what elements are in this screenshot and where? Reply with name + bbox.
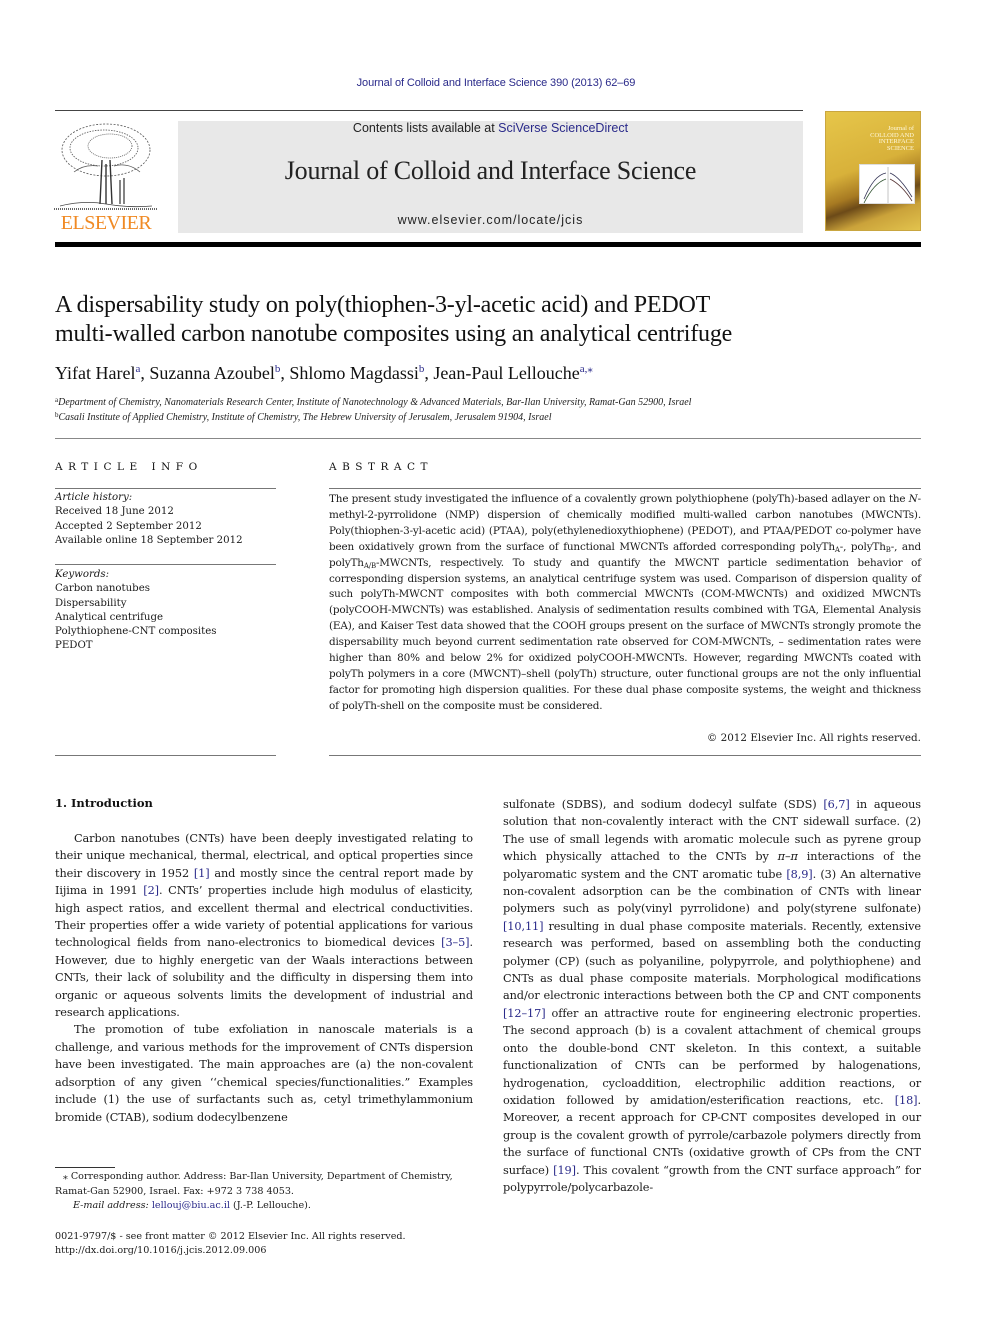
affiliation: aDepartment of Chemistry, Nanomaterials … — [55, 396, 935, 408]
paper-title-line: multi-walled carbon nanotube composites … — [55, 321, 733, 347]
paper-title-line: A dispersability study on poly(thiophen-… — [55, 292, 711, 318]
divider — [329, 755, 921, 756]
email-footnote: E-mail address: lellouj@biu.ac.il (J.-P.… — [55, 1199, 475, 1214]
title-divider — [55, 438, 921, 439]
cover-title-line: SCIENCE — [886, 144, 914, 152]
email-suffix: (J.-P. Lellouche). — [229, 1200, 311, 1211]
affiliation-link[interactable]: b — [419, 363, 425, 375]
history-item: Received 18 June 2012 — [55, 506, 174, 518]
text-fragment: sulfonate (SDBS), and sodium dodecyl sul… — [503, 798, 824, 811]
abstract-fragment: -, polyTh — [839, 540, 886, 553]
section-heading-introduction: 1. Introduction — [55, 796, 153, 810]
contents-line: Contents lists available at SciVerse Sci… — [178, 121, 803, 135]
keywords-label: Keywords: — [55, 569, 110, 580]
footnote-divider — [55, 1167, 115, 1168]
email-link[interactable]: lellouj@biu.ac.il — [152, 1200, 230, 1211]
issn-line: 0021-9797/$ - see front matter © 2012 El… — [55, 1231, 406, 1242]
body-column-right: sulfonate (SDBS), and sodium dodecyl sul… — [503, 796, 921, 1196]
cover-chart-icon — [859, 164, 915, 204]
keyword-item: Polythiophene-CNT composites — [55, 626, 217, 638]
affiliation-link[interactable]: a — [135, 363, 140, 375]
author-list: Yifat Harela, Suzanna Azoubelb, Shlomo M… — [55, 363, 593, 383]
divider — [329, 488, 921, 489]
history-item: Available online 18 September 2012 — [55, 534, 243, 546]
history-item: Accepted 2 September 2012 — [55, 520, 202, 532]
author-name: Shlomo Magdassi — [289, 363, 419, 383]
text-fragment: offer an attractive route for engineerin… — [503, 1006, 921, 1107]
affiliation: bCasali Institute of Applied Chemistry, … — [55, 411, 935, 423]
article-history: Article history: Received 18 June 2012 A… — [55, 491, 280, 548]
citation-link[interactable]: [3–5] — [441, 936, 469, 949]
author-name: Suzanna Azoubel — [149, 363, 275, 383]
abstract-heading: ABSTRACT — [329, 461, 434, 473]
paragraph: Carbon nanotubes (CNTs) have been deeply… — [55, 830, 473, 1021]
citation-link[interactable]: [6,7] — [823, 798, 849, 811]
article-info-heading: ARTICLE INFO — [55, 461, 203, 473]
journal-url-link[interactable]: www.elsevier.com/locate/jcis — [178, 213, 803, 227]
header-divider — [55, 110, 803, 111]
citation-link[interactable]: [2] — [143, 884, 159, 897]
author-name: Jean-Paul Lellouche — [433, 363, 580, 383]
keyword-item: Analytical centrifuge — [55, 611, 164, 623]
copyright-notice: © 2012 Elsevier Inc. All rights reserved… — [706, 732, 921, 744]
article-history-label: Article history: — [55, 492, 133, 503]
journal-cover-thumbnail[interactable]: Journal of COLLOID AND INTERFACE SCIENCE — [825, 111, 921, 231]
header-thick-divider — [55, 242, 921, 247]
divider — [55, 488, 276, 489]
divider — [55, 564, 276, 565]
journal-citation-link[interactable]: Journal of Colloid and Interface Science… — [0, 77, 992, 89]
keyword-item: PEDOT — [55, 640, 93, 652]
author-name: Yifat Harel — [55, 363, 136, 383]
cover-title: Journal of COLLOID AND INTERFACE SCIENCE — [870, 125, 914, 152]
citation-link[interactable]: [10,11] — [503, 920, 544, 933]
abstract-fragment: N — [908, 493, 918, 505]
abstract-fragment: -MWCNTs, respectively. To study and quan… — [329, 556, 921, 712]
body-column-left: Carbon nanotubes (CNTs) have been deeply… — [55, 830, 473, 1126]
text-fragment: π–π — [777, 850, 798, 864]
keyword-item: Carbon nanotubes — [55, 583, 150, 595]
citation-link[interactable]: [18] — [895, 1094, 918, 1107]
affiliation-link[interactable]: a,⁎ — [580, 363, 593, 375]
paper-title: A dispersability study on poly(thiophen-… — [55, 291, 935, 349]
corresponding-author-footnote: ⁎ Corresponding author. Address: Bar-Ila… — [55, 1171, 453, 1197]
paragraph-continued: sulfonate (SDBS), and sodium dodecyl sul… — [503, 796, 921, 1196]
subscript: A/B — [363, 561, 376, 570]
elsevier-logo-text: ELSEVIER — [60, 212, 152, 234]
text-fragment: resulting in dual phase composite materi… — [503, 919, 921, 1003]
journal-name: Journal of Colloid and Interface Science — [284, 156, 697, 185]
email-label: E-mail address: — [73, 1200, 149, 1211]
abstract-text: The present study investigated the influ… — [329, 492, 921, 715]
citation-link[interactable]: [1] — [194, 867, 210, 880]
doi-link[interactable]: http://dx.doi.org/10.1016/j.jcis.2012.09… — [55, 1244, 475, 1259]
sciencedirect-link[interactable]: SciVerse ScienceDirect — [498, 121, 628, 135]
citation-link[interactable]: [19] — [553, 1164, 576, 1177]
text-fragment: The promotion of tube exfoliation in nan… — [55, 1023, 473, 1124]
keyword-item: Dispersability — [55, 597, 127, 609]
contents-prefix: Contents lists available at — [352, 121, 499, 135]
paragraph: The promotion of tube exfoliation in nan… — [55, 1021, 473, 1125]
keywords: Keywords: Carbon nanotubes Dispersabilit… — [55, 568, 280, 654]
affiliation-text: Department of Chemistry, Nanomaterials R… — [58, 397, 692, 408]
affiliation-text: Casali Institute of Applied Chemistry, I… — [58, 412, 552, 423]
affiliation-link[interactable]: b — [275, 363, 281, 375]
abstract-fragment: The present study investigated the influ… — [329, 493, 909, 505]
divider — [55, 755, 276, 756]
citation-link[interactable]: [12–17] — [503, 1007, 546, 1020]
citation-link[interactable]: [8,9] — [786, 868, 812, 881]
